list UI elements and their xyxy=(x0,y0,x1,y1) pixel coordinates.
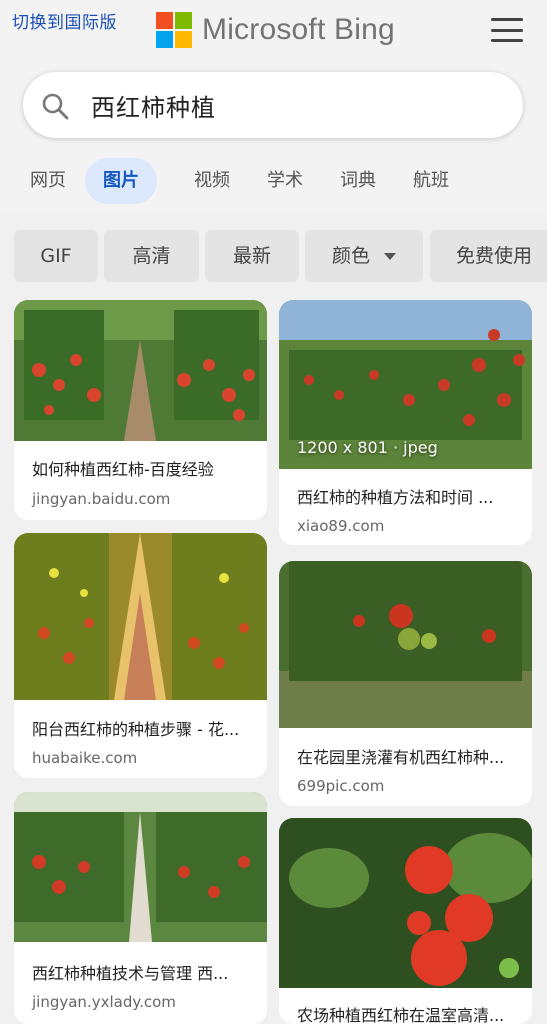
search-tabs: 网页 图片 视频 学术 词典 航班 xyxy=(0,158,547,204)
result-thumbnail[interactable] xyxy=(14,533,267,700)
result-thumbnail[interactable] xyxy=(14,792,267,942)
result-source: jingyan.yxlady.com xyxy=(32,993,176,1011)
search-box[interactable]: 西红柿种植 xyxy=(23,72,523,138)
filter-color-label: 颜色 xyxy=(331,245,370,267)
result-thumbnail[interactable] xyxy=(14,300,267,441)
switch-international-link[interactable]: 切换到国际版 xyxy=(12,8,117,33)
result-source: 699pic.com xyxy=(297,777,385,795)
tab-academic[interactable]: 学术 xyxy=(251,158,319,204)
image-filters: GIF 高清 最新 颜色 免费使用 xyxy=(0,230,547,282)
filter-color[interactable]: 颜色 xyxy=(305,230,423,282)
image-result[interactable]: 在花园里浇灌有机西红柿种... 699pic.com xyxy=(279,561,532,806)
result-title[interactable]: 在花园里浇灌有机西红柿种... xyxy=(297,744,517,768)
filter-free-use[interactable]: 免费使用 xyxy=(430,230,547,282)
tab-web[interactable]: 网页 xyxy=(14,158,82,204)
result-thumbnail[interactable] xyxy=(279,561,532,728)
filter-latest-label: 最新 xyxy=(232,245,271,267)
chevron-down-icon xyxy=(384,253,396,260)
hamburger-menu-icon[interactable] xyxy=(491,18,523,42)
result-title[interactable]: 西红柿的种植方法和时间 ... xyxy=(297,484,517,508)
filter-gif[interactable]: GIF xyxy=(14,230,98,282)
brand-wordmark: Microsoft Bing xyxy=(202,13,395,46)
search-input[interactable]: 西红柿种植 xyxy=(91,88,216,123)
image-result[interactable]: 农场种植西红柿在温室高清... xyxy=(279,818,532,1024)
tab-dictionary[interactable]: 词典 xyxy=(324,158,392,204)
header-area: 切换到国际版 Microsoft Bing 西红柿种植 网页 图片 视频 学术 … xyxy=(0,0,547,212)
result-source: xiao89.com xyxy=(297,517,385,535)
image-result[interactable]: 西红柿种植技术与管理 西... jingyan.yxlady.com xyxy=(14,792,267,1024)
tab-flights[interactable]: 航班 xyxy=(397,158,465,204)
image-result[interactable]: 阳台西红柿的种植步骤 - 花... huabaike.com xyxy=(14,533,267,778)
image-result[interactable]: 如何种植西红柿-百度经验 jingyan.baidu.com xyxy=(14,300,267,520)
image-size-badge: 1200 x 801 · jpeg xyxy=(297,438,438,457)
tab-images[interactable]: 图片 xyxy=(85,158,157,204)
result-title[interactable]: 农场种植西红柿在温室高清... xyxy=(297,1002,517,1024)
result-source: jingyan.baidu.com xyxy=(32,490,171,508)
tab-videos[interactable]: 视频 xyxy=(178,158,246,204)
result-thumbnail[interactable]: 1200 x 801 · jpeg xyxy=(279,300,532,469)
microsoft-logo-icon xyxy=(156,12,192,48)
image-result[interactable]: 1200 x 801 · jpeg 西红柿的种植方法和时间 ... xiao89… xyxy=(279,300,532,545)
search-icon[interactable] xyxy=(41,92,69,120)
result-title[interactable]: 如何种植西红柿-百度经验 xyxy=(32,456,252,480)
filter-hd[interactable]: 高清 xyxy=(104,230,199,282)
result-source: huabaike.com xyxy=(32,749,138,767)
result-thumbnail[interactable] xyxy=(279,818,532,988)
bing-logo[interactable]: Microsoft Bing xyxy=(156,12,395,48)
result-title[interactable]: 阳台西红柿的种植步骤 - 花... xyxy=(32,716,252,740)
result-title[interactable]: 西红柿种植技术与管理 西... xyxy=(32,960,252,984)
filter-latest[interactable]: 最新 xyxy=(205,230,299,282)
